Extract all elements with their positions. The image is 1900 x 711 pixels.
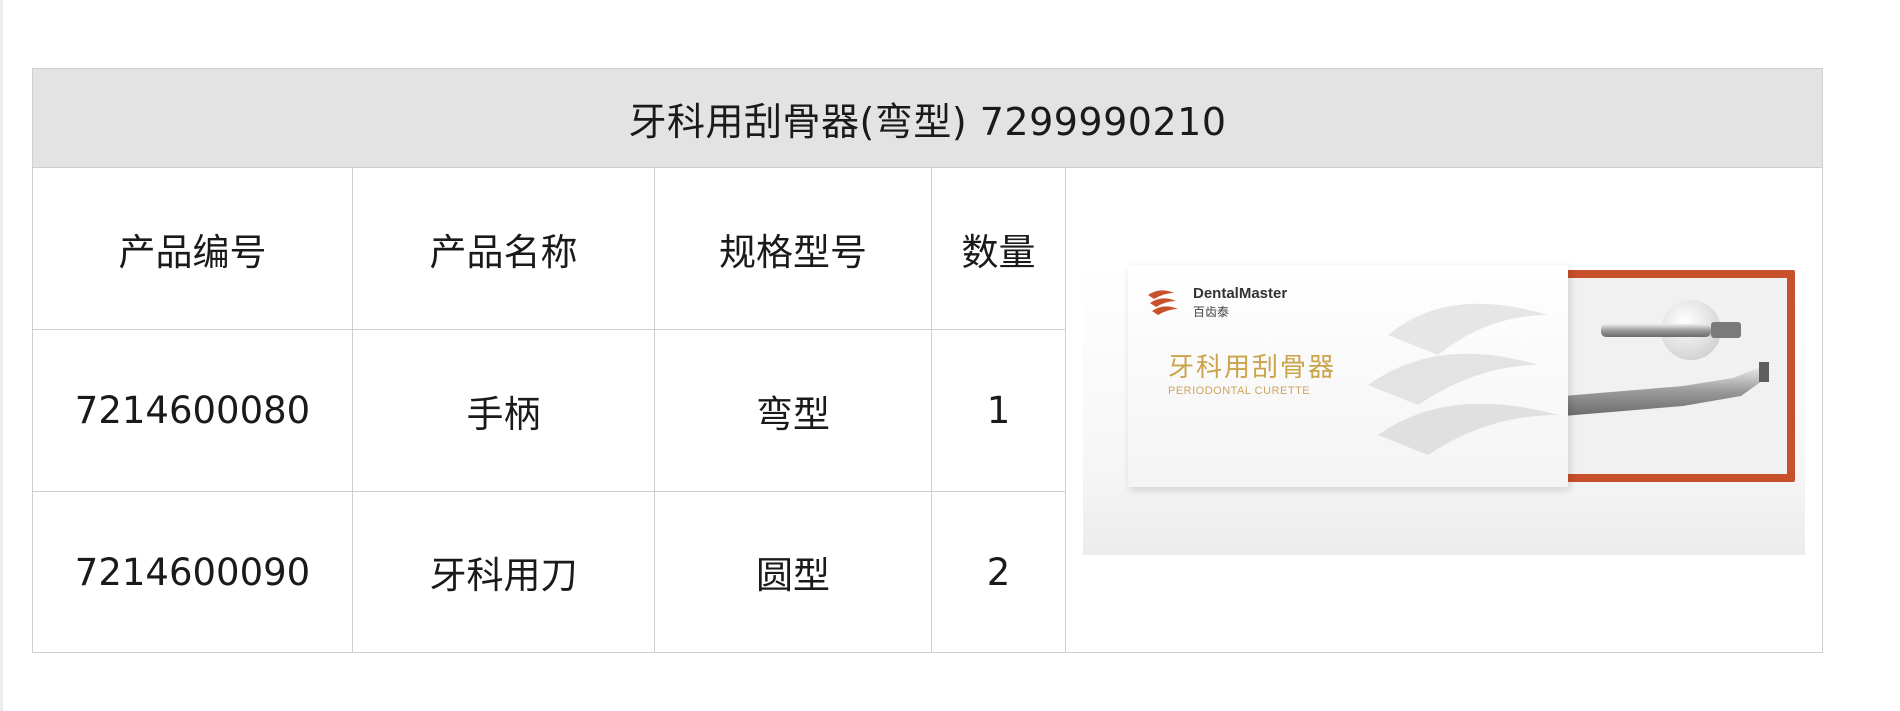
header-product-name: 产品名称 xyxy=(352,167,655,330)
brand-sub: 百齿泰 xyxy=(1193,305,1230,319)
product-image-cell: DentalMaster 百齿泰 牙科用刮骨器 PERIODONTAL CURE… xyxy=(1064,167,1824,653)
cell-quantity: 2 xyxy=(931,491,1066,653)
header-specification: 规格型号 xyxy=(654,167,932,330)
header-quantity: 数量 xyxy=(931,167,1066,330)
box-tray xyxy=(1555,270,1795,482)
cell-product-code: 7214600090 xyxy=(32,491,353,653)
brand-name: DentalMaster xyxy=(1193,285,1288,302)
wave-decoration-icon xyxy=(1368,303,1558,455)
cell-specification: 弯型 xyxy=(654,329,932,492)
table-title-row: 牙科用刮骨器(弯型) 7299990210 xyxy=(31,68,1824,168)
cell-specification: 圆型 xyxy=(654,491,932,653)
page-left-border xyxy=(0,0,3,711)
product-spec-table: 牙科用刮骨器(弯型) 7299990210 产品编号 产品名称 规格型号 数量 xyxy=(31,68,1824,653)
cell-quantity: 1 xyxy=(931,329,1066,492)
box-title: 牙科用刮骨器 xyxy=(1168,353,1337,383)
cell-product-name: 牙科用刀 xyxy=(352,491,655,653)
curette-tool-icon xyxy=(1563,322,1769,416)
product-box-image: DentalMaster 百齿泰 牙科用刮骨器 PERIODONTAL CURE… xyxy=(1083,265,1805,555)
cell-product-name: 手柄 xyxy=(352,329,655,492)
table-title: 牙科用刮骨器(弯型) 7299990210 xyxy=(31,68,1824,168)
box-sleeve: DentalMaster 百齿泰 牙科用刮骨器 PERIODONTAL CURE… xyxy=(1128,265,1568,487)
box-subtitle: PERIODONTAL CURETTE xyxy=(1168,385,1311,397)
table-header-row: 产品编号 产品名称 规格型号 数量 DentalMaster 百齿泰 牙科用刮骨… xyxy=(32,167,1824,653)
header-product-code: 产品编号 xyxy=(32,167,353,330)
cell-product-code: 7214600080 xyxy=(32,329,353,492)
dentalmaster-logo-icon xyxy=(1148,290,1178,315)
